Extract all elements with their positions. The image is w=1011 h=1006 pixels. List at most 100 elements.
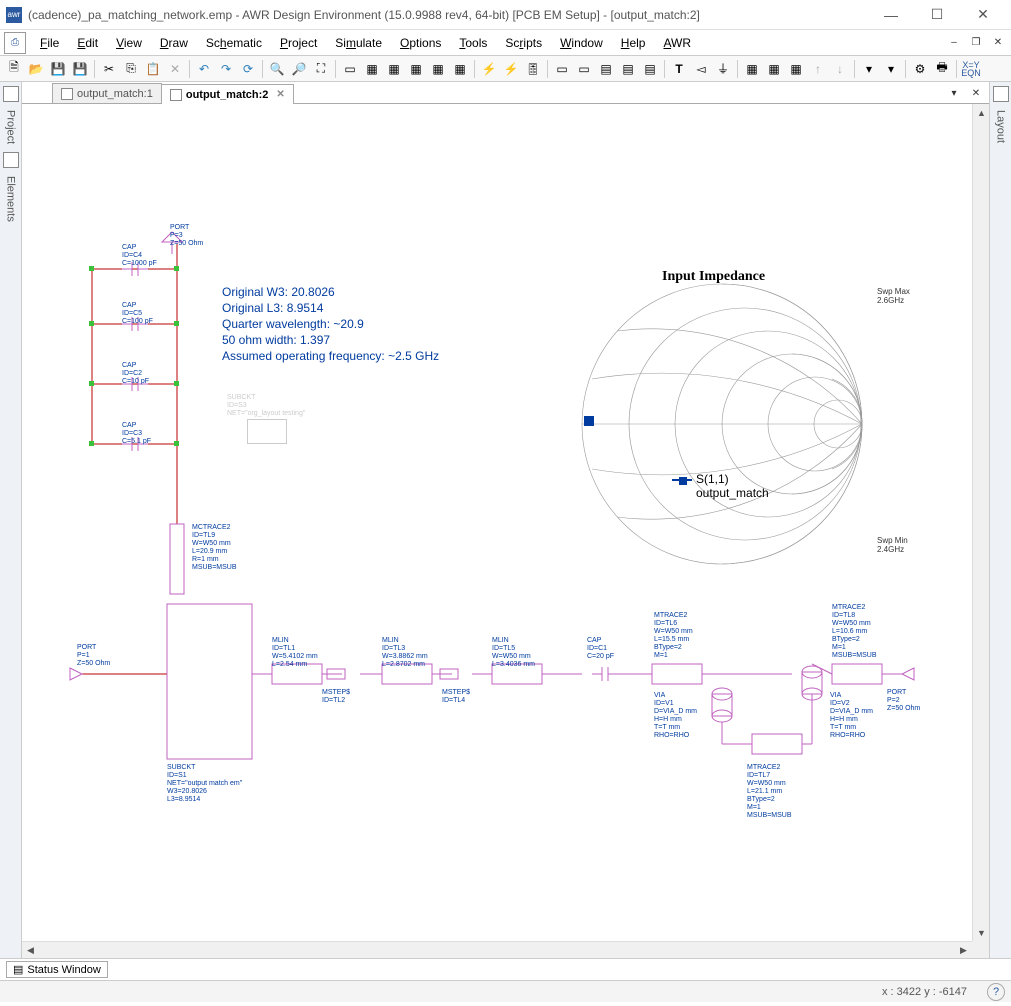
tb-btn-14[interactable]: ▦ — [786, 59, 806, 79]
menu-help[interactable]: Help — [613, 34, 654, 52]
open-icon[interactable]: 📂 — [26, 59, 46, 79]
zoom-fit-icon[interactable]: ⛶ — [311, 59, 331, 79]
close-button[interactable]: ✕ — [961, 1, 1005, 29]
param-mtrace9: MCTRACE2 ID=TL9 W=W50 mm L=20.9 mm R=1 m… — [192, 524, 237, 572]
menu-awr[interactable]: AWR — [655, 34, 699, 52]
save-all-icon[interactable]: 💾 — [70, 59, 90, 79]
text-icon[interactable]: T — [669, 59, 689, 79]
tb-btn-12[interactable]: ▦ — [742, 59, 762, 79]
minimize-button[interactable]: — — [869, 1, 913, 29]
menu-simulate[interactable]: Simulate — [327, 34, 390, 52]
mdi-restore[interactable]: ❐ — [967, 34, 985, 52]
zoom-in-icon[interactable]: 🔎 — [289, 59, 309, 79]
sidebar-tab-elements[interactable]: Elements — [3, 172, 19, 226]
scroll-down-icon[interactable]: ▼ — [973, 924, 989, 941]
tb-btn-4[interactable]: ▦ — [406, 59, 426, 79]
param-mlin5: MLIN ID=TL5 W=W50 mm L=3.4036 mm — [492, 637, 535, 669]
chart-swp-min: Swp Min 2.4GHz — [877, 536, 908, 554]
refresh-icon[interactable]: ⟳ — [238, 59, 258, 79]
mdi-minimize[interactable]: – — [945, 34, 963, 52]
tab-output-match-1[interactable]: output_match:1 — [52, 83, 162, 103]
new-icon[interactable]: 🗎 — [4, 59, 24, 79]
scroll-right-icon[interactable]: ▶ — [955, 942, 972, 958]
sidebar-tab-layout[interactable]: Layout — [993, 106, 1009, 147]
undo-icon[interactable]: ↶ — [194, 59, 214, 79]
menu-edit[interactable]: Edit — [69, 34, 106, 52]
nav-down-icon[interactable]: ↓ — [830, 59, 850, 79]
maximize-button[interactable]: ☐ — [915, 1, 959, 29]
tune-icon[interactable]: 🎚 — [523, 59, 543, 79]
scroll-left-icon[interactable]: ◀ — [22, 942, 39, 958]
tb-btn-13[interactable]: ▦ — [764, 59, 784, 79]
param-subckt-grey: SUBCKT ID=S3 NET="org_layout testing" — [227, 394, 305, 418]
redo-icon[interactable]: ↷ — [216, 59, 236, 79]
chart-legend: S(1,1) output_match — [672, 472, 769, 500]
chart-swp-max: Swp Max 2.6GHz — [877, 287, 910, 305]
tb-btn-17[interactable]: ⚙ — [910, 59, 930, 79]
status-window-label: Status Window — [27, 964, 100, 976]
tab-close-all-icon[interactable]: ✕ — [967, 84, 985, 102]
save-icon[interactable]: 💾 — [48, 59, 68, 79]
menu-file[interactable]: File — [32, 34, 67, 52]
xy-eqn-icon[interactable]: X=YEQN — [961, 59, 981, 79]
legend-marker-icon — [672, 479, 692, 481]
status-window-tab[interactable]: ▤ Status Window — [6, 961, 108, 978]
menu-project[interactable]: Project — [272, 34, 325, 52]
window-titlebar: awr (cadence)_pa_matching_network.emp - … — [0, 0, 1011, 30]
delete-icon[interactable]: ✕ — [165, 59, 185, 79]
mdi-close[interactable]: ✕ — [989, 34, 1007, 52]
tb-btn-8[interactable]: ▭ — [574, 59, 594, 79]
tab-close-icon[interactable]: ✕ — [276, 89, 284, 100]
menu-window[interactable]: Window — [552, 34, 611, 52]
tab-dropdown-icon[interactable]: ▾ — [945, 84, 963, 102]
tb-btn-16[interactable]: ▾ — [881, 59, 901, 79]
param-mtrace8: MTRACE2 ID=TL8 W=W50 mm L=10.6 mm BType=… — [832, 604, 877, 660]
print-icon[interactable]: 🖶 — [932, 59, 952, 79]
tb-btn-9[interactable]: ▤ — [596, 59, 616, 79]
simulate2-icon[interactable]: ⚡ — [501, 59, 521, 79]
param-cap4: CAP ID=C4 C=1000 pF — [122, 244, 157, 268]
tab-label: output_match:2 — [186, 89, 269, 101]
project-icon[interactable] — [3, 86, 19, 102]
tb-btn-6[interactable]: ▦ — [450, 59, 470, 79]
param-cap1: CAP ID=C1 C=20 pF — [587, 637, 614, 661]
param-via1: VIA ID=V1 D=VIA_D mm H=H mm T=T mm RHO=R… — [654, 692, 697, 740]
simulate-icon[interactable]: ⚡ — [479, 59, 499, 79]
param-cap3: CAP ID=C3 C=5.1 pF — [122, 422, 151, 446]
ground-icon[interactable]: ⏚ — [713, 59, 733, 79]
sidebar-tab-project[interactable]: Project — [3, 106, 19, 148]
menu-tools[interactable]: Tools — [451, 34, 495, 52]
content-area: output_match:1 output_match:2 ✕ ▾ ✕ Orig… — [22, 82, 989, 958]
tb-btn-1[interactable]: ▭ — [340, 59, 360, 79]
layout-icon[interactable] — [993, 86, 1009, 102]
elements-icon[interactable] — [3, 152, 19, 168]
tb-btn-2[interactable]: ▦ — [362, 59, 382, 79]
zoom-out-icon[interactable]: 🔍 — [267, 59, 287, 79]
tab-output-match-2[interactable]: output_match:2 ✕ — [161, 84, 294, 104]
doc-icon[interactable]: ⎙ — [4, 32, 26, 54]
vertical-scrollbar[interactable]: ▲ ▼ — [972, 104, 989, 941]
status-help-icon[interactable]: ? — [987, 983, 1005, 1001]
menu-scripts[interactable]: Scripts — [497, 34, 550, 52]
tb-btn-5[interactable]: ▦ — [428, 59, 448, 79]
tb-btn-11[interactable]: ▤ — [640, 59, 660, 79]
menu-draw[interactable]: Draw — [152, 34, 196, 52]
tb-btn-7[interactable]: ▭ — [552, 59, 572, 79]
grey-subckt-box — [247, 419, 287, 444]
tb-btn-3[interactable]: ▦ — [384, 59, 404, 79]
menu-view[interactable]: View — [108, 34, 150, 52]
menu-options[interactable]: Options — [392, 34, 449, 52]
cut-icon[interactable]: ✂ — [99, 59, 119, 79]
param-port3: PORT P=3 Z=50 Ohm — [170, 224, 203, 248]
port-icon[interactable]: ◅ — [691, 59, 711, 79]
tb-btn-15[interactable]: ▾ — [859, 59, 879, 79]
menu-schematic[interactable]: Schematic — [198, 34, 270, 52]
tb-btn-10[interactable]: ▤ — [618, 59, 638, 79]
schematic-canvas[interactable]: Original W3: 20.8026 Original L3: 8.9514… — [22, 104, 989, 958]
app-icon: awr — [6, 7, 22, 23]
nav-up-icon[interactable]: ↑ — [808, 59, 828, 79]
copy-icon[interactable]: ⎘ — [121, 59, 141, 79]
paste-icon[interactable]: 📋 — [143, 59, 163, 79]
scroll-up-icon[interactable]: ▲ — [973, 104, 989, 121]
horizontal-scrollbar[interactable]: ◀ ▶ — [22, 941, 972, 958]
